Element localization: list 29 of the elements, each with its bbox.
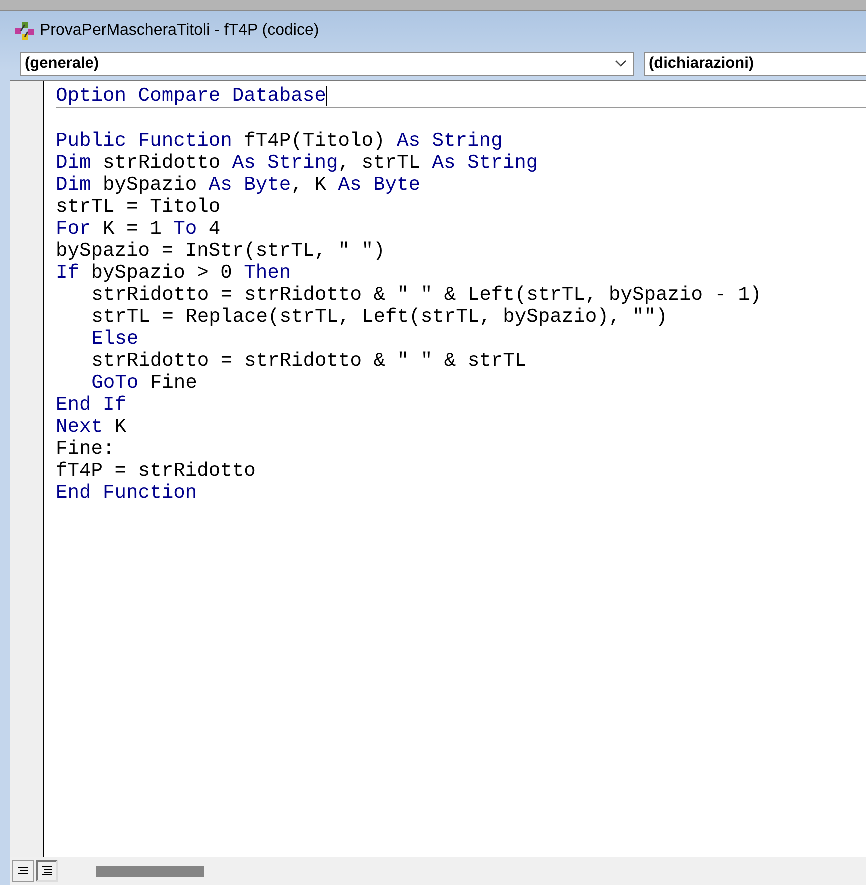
procedure-dropdown[interactable]: (dichiarazioni) — [644, 52, 866, 76]
chevron-down-icon — [615, 60, 627, 68]
code-line: Public Function fT4P(Titolo) As String — [56, 130, 503, 152]
window-title: ProvaPerMascheraTitoli - fT4P (codice) — [40, 22, 320, 40]
procedure-view-button[interactable] — [12, 860, 34, 882]
object-dropdown[interactable]: (generale) — [20, 52, 634, 76]
code-line: Fine: — [56, 438, 115, 460]
code-line: strTL = Titolo — [56, 196, 221, 218]
code-line: Next K — [56, 416, 127, 438]
text-cursor — [326, 86, 328, 106]
code-line: End If — [56, 394, 127, 416]
code-line: Dim bySpazio As Byte, K As Byte — [56, 174, 421, 196]
code-line: GoTo Fine — [90, 372, 198, 394]
lines-icon — [41, 866, 53, 876]
code-line: Dim strRidotto As String, strTL As String — [56, 152, 538, 174]
code-line: If bySpazio > 0 Then — [56, 262, 292, 284]
scrollbar-thumb[interactable] — [96, 866, 204, 876]
code-line: strRidotto = strRidotto & " " & Left(strTL, bySpazio - 1) — [90, 284, 762, 306]
code-line: bySpazio = InStr(strTL, " ") — [56, 240, 386, 262]
lines-icon — [17, 867, 29, 875]
full-module-view-button[interactable] — [36, 860, 58, 882]
code-line: strTL = Replace(strTL, Left(strTL, bySpazio), "") — [90, 306, 668, 328]
app-icon — [13, 20, 37, 42]
code-line: fT4P = strRidotto — [56, 460, 256, 482]
code-line: End Function — [56, 482, 198, 504]
code-line: Option Compare Database — [56, 85, 326, 107]
code-line: Else — [90, 328, 139, 350]
code-line: strRidotto = strRidotto & " " & strTL — [90, 350, 527, 372]
code-line: For K = 1 To 4 — [56, 218, 221, 240]
